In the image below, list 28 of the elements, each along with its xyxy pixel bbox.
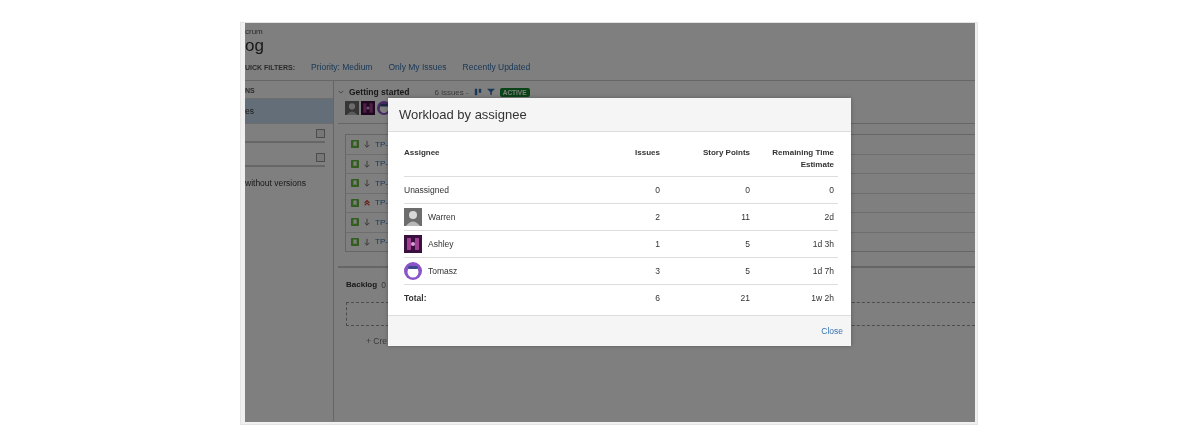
table-cell: 11 [660, 203, 750, 231]
table-cell: 2 [570, 203, 660, 231]
column-header: Remaining Time Estimate [750, 140, 838, 177]
table-cell: 1d 3h [750, 230, 838, 258]
column-header: Assignee [404, 140, 570, 177]
table-cell: 0 [750, 176, 838, 204]
assignee-name: Unassigned [404, 185, 449, 195]
column-header: Issues [570, 140, 660, 177]
table-cell: 0 [570, 176, 660, 204]
table-cell: 1 [570, 230, 660, 258]
sprint-name: Getting started [349, 87, 410, 97]
table-cell: 1w 2h [750, 284, 838, 311]
table-cell: 2d [750, 203, 838, 231]
column-header: Story Points [660, 140, 750, 177]
table-cell: 1d 7h [750, 257, 838, 285]
backlog-title: Backlog [346, 280, 378, 290]
table-cell: 21 [660, 284, 750, 311]
assignee-name: Tomasz [428, 266, 458, 276]
total-label: Total: [404, 284, 570, 311]
page-title: og [245, 36, 265, 56]
assignee-name: Ashley [428, 239, 454, 249]
table-cell: 5 [660, 230, 750, 258]
table-cell: 5 [660, 257, 750, 285]
table-cell: 3 [570, 257, 660, 285]
table-cell: 6 [570, 284, 660, 311]
assignee-name: Warren [428, 212, 456, 222]
dialog-title: Workload by assignee [399, 107, 527, 122]
table-cell: 0 [660, 176, 750, 204]
